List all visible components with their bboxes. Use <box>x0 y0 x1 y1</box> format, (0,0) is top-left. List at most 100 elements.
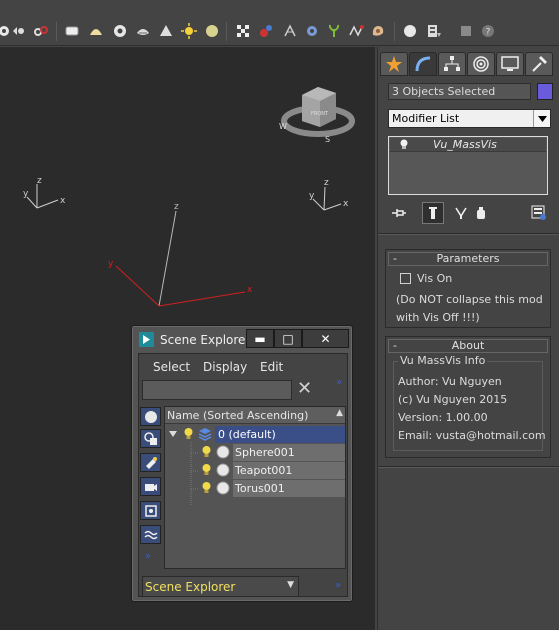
main-toolbar: ? <box>0 0 559 46</box>
lightbulb-icon[interactable] <box>399 139 409 151</box>
viewcube-face-label: FRONT <box>311 111 329 117</box>
about-rollout-header[interactable]: - About <box>388 339 548 353</box>
axis-label-y: y <box>23 189 29 199</box>
warning-note-line-2: with Vis Off !!!) <box>396 311 480 324</box>
menu-display[interactable]: Display <box>203 360 247 374</box>
plant-icon[interactable] <box>324 21 344 41</box>
remove-modifier-icon[interactable] <box>470 202 492 224</box>
info-groupbox: Vu MassVis Info Author: Vu Nguyen (c) Vu… <box>393 354 546 451</box>
menu-select[interactable]: Select <box>153 360 190 374</box>
close-button[interactable]: ✕ <box>302 329 349 348</box>
modify-tab[interactable] <box>409 52 437 76</box>
axis-label-z: z <box>324 178 329 188</box>
scene-explorer-window: Scene Explore... ▬ □ ✕ Select Display Ed… <box>131 325 353 602</box>
modifier-list-dropdown[interactable]: Modifier List <box>388 109 551 128</box>
svg-text:?: ? <box>486 28 491 38</box>
sun-icon[interactable] <box>179 21 199 41</box>
gizmo-label-y: y <box>108 259 114 269</box>
explorer-selector-label: Scene Explorer <box>145 580 236 594</box>
chevron-down-icon[interactable]: » <box>145 551 151 562</box>
maximize-button[interactable]: □ <box>274 329 302 348</box>
object-name-field[interactable]: 3 Objects Selected <box>388 83 531 100</box>
copyright-text: (c) Vu Nguyen 2015 <box>398 393 508 406</box>
collapse-marker: - <box>393 339 397 352</box>
chevron-down-icon[interactable]: ▼ <box>287 580 294 590</box>
explorer-selector-dropdown[interactable]: Scene Explorer ▼ <box>142 576 299 597</box>
gear-icon[interactable] <box>302 21 322 41</box>
display-spacewarps-icon[interactable] <box>140 525 161 544</box>
viewport-layout-icon[interactable] <box>424 21 444 41</box>
hierarchy-tab[interactable] <box>438 52 466 76</box>
vis-on-checkbox[interactable] <box>400 273 411 284</box>
show-end-result-icon[interactable] <box>422 202 444 224</box>
spline-icon[interactable] <box>346 21 366 41</box>
search-input[interactable] <box>142 380 292 400</box>
display-tab[interactable] <box>496 52 524 76</box>
command-panel: 3 Objects Selected Modifier List Vu_Mass… <box>377 47 559 630</box>
scene-tree: Name (Sorted Ascending) ▲ 0 (default) Sp… <box>164 406 346 569</box>
warning-note-line-1: (Do NOT collapse this mod <box>396 293 543 306</box>
vis-on-row[interactable]: Vis On <box>400 272 452 285</box>
display-shapes-icon[interactable] <box>140 429 161 448</box>
link-icon[interactable] <box>31 21 51 41</box>
gizmo-label-x: x <box>247 285 253 295</box>
toolbar-separator <box>56 22 57 41</box>
checker-icon[interactable] <box>233 21 253 41</box>
rollout-title: About <box>451 339 485 352</box>
utilities-tab[interactable] <box>525 52 553 76</box>
maximize-icon: □ <box>282 331 294 346</box>
pin-stack-icon[interactable] <box>388 202 410 224</box>
chevron-right-icon[interactable]: » <box>335 580 341 591</box>
gizmo-label-z: z <box>174 202 179 212</box>
parameters-rollout: - Parameters Vis On (Do NOT collapse thi… <box>385 249 551 328</box>
modifier-list-label: Modifier List <box>392 112 460 125</box>
particle-icon[interactable] <box>256 21 276 41</box>
minimize-button[interactable]: ▬ <box>246 329 274 348</box>
minimize-icon: ▬ <box>254 331 266 346</box>
display-geometry-icon[interactable] <box>140 407 161 426</box>
parameters-rollout-header[interactable]: - Parameters <box>388 252 548 266</box>
email-text: Email: vusta@hotmail.com <box>398 429 546 442</box>
compass-s-label: S <box>325 135 330 144</box>
chevron-right-icon[interactable]: » <box>336 377 342 388</box>
sphere-icon[interactable] <box>202 21 222 41</box>
help-icon[interactable]: ? <box>478 21 498 41</box>
extra-tool-icon[interactable] <box>456 21 476 41</box>
chevron-down-icon[interactable] <box>533 110 550 127</box>
box-primitive-icon[interactable] <box>62 21 82 41</box>
scene-explorer-titlebar[interactable]: Scene Explore... ▬ □ ✕ <box>133 327 351 352</box>
small-axis-tripod-left <box>26 184 59 209</box>
fan-icon[interactable] <box>133 21 153 41</box>
display-cameras-icon[interactable] <box>140 477 161 496</box>
create-tab[interactable] <box>380 52 408 76</box>
scene-explorer-body: Select Display Edit ✕ » » Name (Sorted A <box>138 353 348 597</box>
display-lights-icon[interactable] <box>140 453 161 472</box>
about-rollout: - About Vu MassVis Info Author: Vu Nguye… <box>385 336 551 458</box>
modifier-stack-item[interactable]: Vu_MassVis <box>390 138 546 152</box>
render-icon[interactable] <box>400 21 420 41</box>
bone-icon[interactable] <box>280 21 300 41</box>
display-monitor-icon <box>501 56 519 71</box>
display-helpers-icon[interactable] <box>140 501 161 520</box>
shell-icon[interactable] <box>368 21 388 41</box>
viewcube[interactable]: FRONT W S <box>279 87 355 144</box>
cone-icon[interactable] <box>156 21 176 41</box>
transform-gizmo[interactable] <box>115 210 246 307</box>
make-unique-icon[interactable] <box>450 202 472 224</box>
torus-icon[interactable] <box>110 21 130 41</box>
object-color-swatch[interactable] <box>537 83 553 100</box>
groupbox-caption: Vu MassVis Info <box>398 354 488 367</box>
motion-tab[interactable] <box>467 52 495 76</box>
menu-edit[interactable]: Edit <box>260 360 283 374</box>
axis-label-y: y <box>309 191 315 201</box>
configure-modifier-sets-icon[interactable] <box>528 202 550 224</box>
axis-label-z: z <box>37 176 42 186</box>
clear-search-icon[interactable]: ✕ <box>297 380 312 398</box>
select-and-link-icon[interactable] <box>8 21 28 41</box>
create-star-icon <box>386 56 402 72</box>
rollout-title: Parameters <box>436 252 500 265</box>
dome-icon[interactable] <box>86 21 106 41</box>
axis-label-x: x <box>60 196 66 206</box>
close-icon: ✕ <box>320 331 331 346</box>
toolbar-separator <box>226 22 227 41</box>
